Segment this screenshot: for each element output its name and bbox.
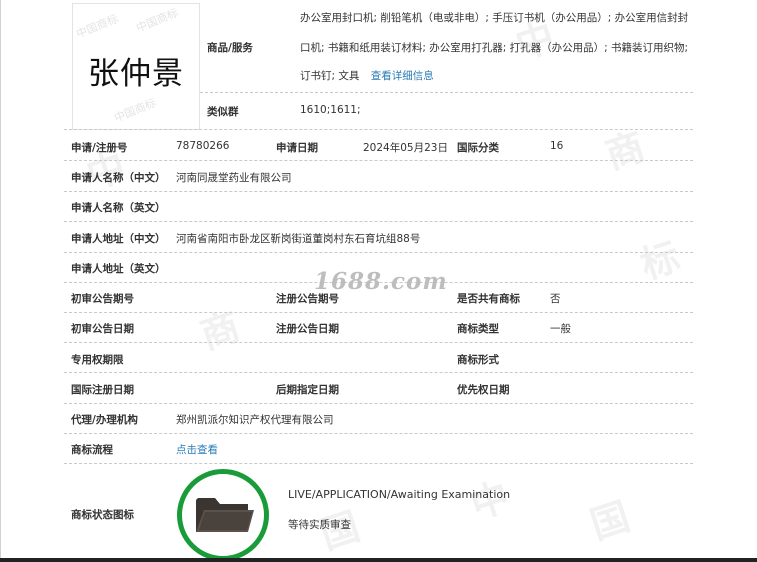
agent-label: 代理/办理机构 [71, 414, 138, 426]
divider [64, 221, 693, 222]
shared-value: 否 [550, 293, 561, 305]
goods-services-line: 口机; 书籍和纸用装订材料; 办公室用打孔器; 打孔器（办公用品）; 书籍装订用… [300, 42, 689, 54]
divider [64, 463, 693, 464]
shared-label: 是否共有商标 [457, 293, 520, 305]
trademark-logo-text: 张仲景 [88, 56, 184, 92]
applicant-cn-label: 申请人名称（中文） [71, 172, 166, 184]
intl-class-value: 16 [550, 140, 564, 152]
address-en-label: 申请人地址（英文） [71, 263, 166, 275]
tm-type-value: 一般 [550, 323, 571, 335]
watermark-glyph: 商 [600, 124, 650, 178]
app-date-value: 2024年05月23日 [363, 142, 448, 154]
logo-watermark: 中国商标 [74, 12, 121, 41]
address-cn-value: 河南省南阳市卧龙区靳岗街道董岗村东石育坑组88号 [176, 233, 421, 245]
tm-type-label: 商标类型 [457, 323, 499, 335]
goods-services-label: 商品/服务 [207, 42, 253, 54]
divider [64, 312, 693, 313]
logo-watermark: 中国商标 [112, 96, 159, 125]
logo-watermark: 中国商标 [134, 6, 181, 35]
reg-no-label: 申请/注册号 [71, 142, 128, 154]
status-english: LIVE/APPLICATION/Awaiting Examination [288, 488, 511, 501]
divider [200, 92, 693, 93]
tm-form-label: 商标形式 [457, 354, 499, 366]
goods-services-line: 办公室用封口机; 削铅笔机（电或非电）; 手压订书机（办公用品）; 办公室用信封… [300, 12, 689, 24]
left-border [0, 0, 1, 562]
bottom-bar [0, 558, 757, 562]
similar-groups-value: 1610;1611; [300, 104, 361, 116]
view-process-link[interactable]: 点击查看 [176, 442, 218, 457]
status-chinese: 等待实质审查 [288, 519, 351, 531]
view-details-link[interactable]: 查看详细信息 [371, 70, 434, 82]
exclusive-period-label: 专用权期限 [71, 354, 124, 366]
reg-no-value: 78780266 [176, 140, 230, 152]
similar-groups-label: 类似群 [207, 106, 239, 118]
status-ring [177, 469, 269, 561]
goods-services-line: 订书钉; 文具 [300, 70, 360, 82]
goods-services-line-last: 订书钉; 文具 查看详细信息 [300, 68, 434, 83]
reg-date-label: 注册公告日期 [276, 323, 339, 335]
divider [64, 342, 693, 343]
address-cn-label: 申请人地址（中文） [71, 233, 166, 245]
agent-value: 郑州凯派尔知识产权代理有限公司 [176, 414, 334, 426]
later-desig-date-label: 后期指定日期 [276, 384, 339, 396]
trademark-detail-page: 中 中 商 标 中 国 商 国 中国商标 中国商标 中国商标 张仲景 商品/服务… [0, 0, 757, 562]
watermark-glyph: 国 [585, 494, 635, 548]
divider [64, 403, 693, 404]
divider [64, 433, 693, 434]
applicant-en-label: 申请人名称（英文） [71, 202, 166, 214]
watermark-glyph: 商 [195, 304, 245, 358]
folder-icon [196, 498, 254, 532]
divider [64, 252, 693, 253]
divider [64, 191, 693, 192]
divider [64, 129, 693, 130]
reg-issue-label: 注册公告期号 [276, 293, 339, 305]
prelim-issue-label: 初审公告期号 [71, 293, 134, 305]
prelim-date-label: 初审公告日期 [71, 323, 134, 335]
status-icon-label: 商标状态图标 [71, 509, 134, 521]
divider [64, 160, 693, 161]
priority-date-label: 优先权日期 [457, 384, 510, 396]
process-label: 商标流程 [71, 444, 113, 456]
trademark-image: 中国商标 中国商标 中国商标 张仲景 [72, 3, 200, 130]
intl-reg-date-label: 国际注册日期 [71, 384, 134, 396]
applicant-cn-value: 河南同晟堂药业有限公司 [176, 172, 292, 184]
divider [64, 372, 693, 373]
app-date-label: 申请日期 [276, 142, 318, 154]
watermark-glyph: 标 [635, 234, 685, 288]
intl-class-label: 国际分类 [457, 142, 499, 154]
